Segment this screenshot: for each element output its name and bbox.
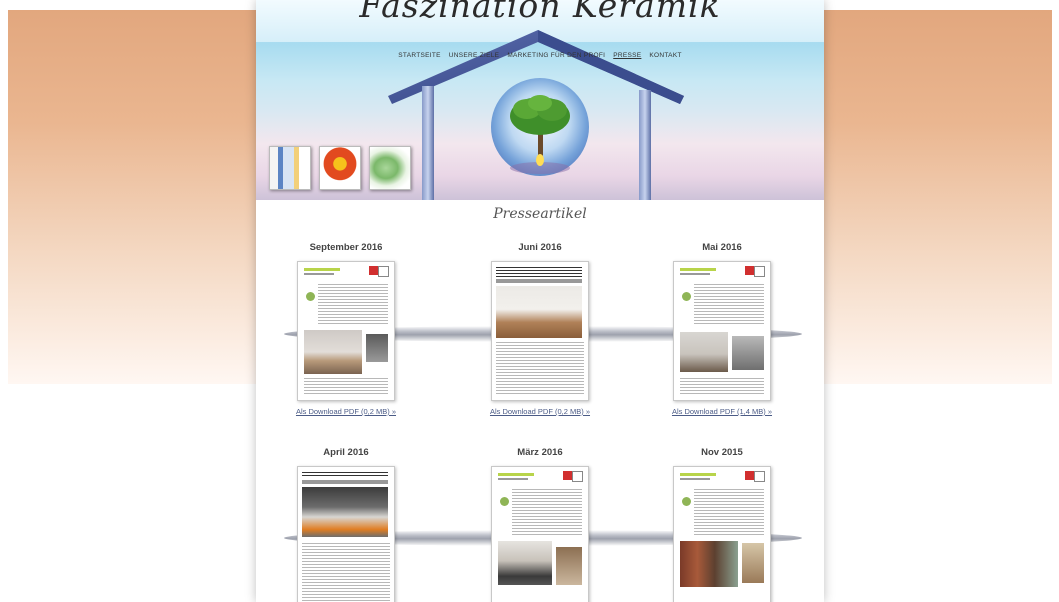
site-title: Faszination Keramik: [359, 0, 721, 25]
article-pdf-thumbnail[interactable]: [673, 261, 771, 401]
press-article: September 2016 Als Download PDF (0,2 MB)…: [256, 241, 436, 416]
nav-item-presse[interactable]: PRESSE: [613, 49, 641, 63]
press-article: März 2016: [450, 446, 630, 602]
article-pdf-thumbnail[interactable]: [673, 466, 771, 602]
press-article: Nov 2015: [632, 446, 812, 602]
article-pdf-thumbnail[interactable]: [491, 466, 589, 602]
article-pdf-thumbnail[interactable]: [297, 261, 395, 401]
nav-item-unsere-ziele[interactable]: UNSERE ZIELE: [449, 49, 500, 63]
nav-item-marketing[interactable]: MARKETING FÜR DEN PROFI: [507, 49, 605, 63]
press-article: Juni 2016 Als Download PDF (0,2 MB) »: [450, 241, 630, 416]
sun-logo-thumbnail[interactable]: [319, 146, 361, 190]
article-pdf-thumbnail[interactable]: [297, 466, 395, 602]
article-month: Mai 2016: [702, 242, 742, 253]
article-pdf-thumbnail[interactable]: [491, 261, 589, 401]
section-title: Presseartikel: [493, 206, 587, 222]
pdf-download-link[interactable]: Als Download PDF (0,2 MB) »: [450, 407, 630, 416]
blue-stripes-thumbnail[interactable]: [269, 146, 311, 190]
article-month: April 2016: [323, 447, 369, 458]
article-month: September 2016: [309, 242, 383, 253]
article-month: Nov 2015: [701, 447, 743, 458]
article-month: Juni 2016: [518, 242, 562, 253]
article-month: März 2016: [517, 447, 563, 458]
press-article: April 2016: [256, 446, 436, 602]
nav-item-startseite[interactable]: STARTSEITE: [398, 49, 441, 63]
leaf-thumbnail[interactable]: [369, 146, 411, 190]
pdf-download-link[interactable]: Als Download PDF (1,4 MB) »: [632, 407, 812, 416]
header-banner: Faszination Keramik STARTSEITE UNSERE ZI…: [256, 0, 824, 200]
pdf-download-link[interactable]: Als Download PDF (0,2 MB) »: [256, 407, 436, 416]
web-page: Faszination Keramik STARTSEITE UNSERE ZI…: [256, 0, 824, 602]
nav-item-kontakt[interactable]: KONTAKT: [649, 49, 681, 63]
main-navigation: STARTSEITE UNSERE ZIELE MARKETING FÜR DE…: [256, 49, 824, 63]
press-article: Mai 2016 Als Download PDF (1,4 MB) »: [632, 241, 812, 416]
